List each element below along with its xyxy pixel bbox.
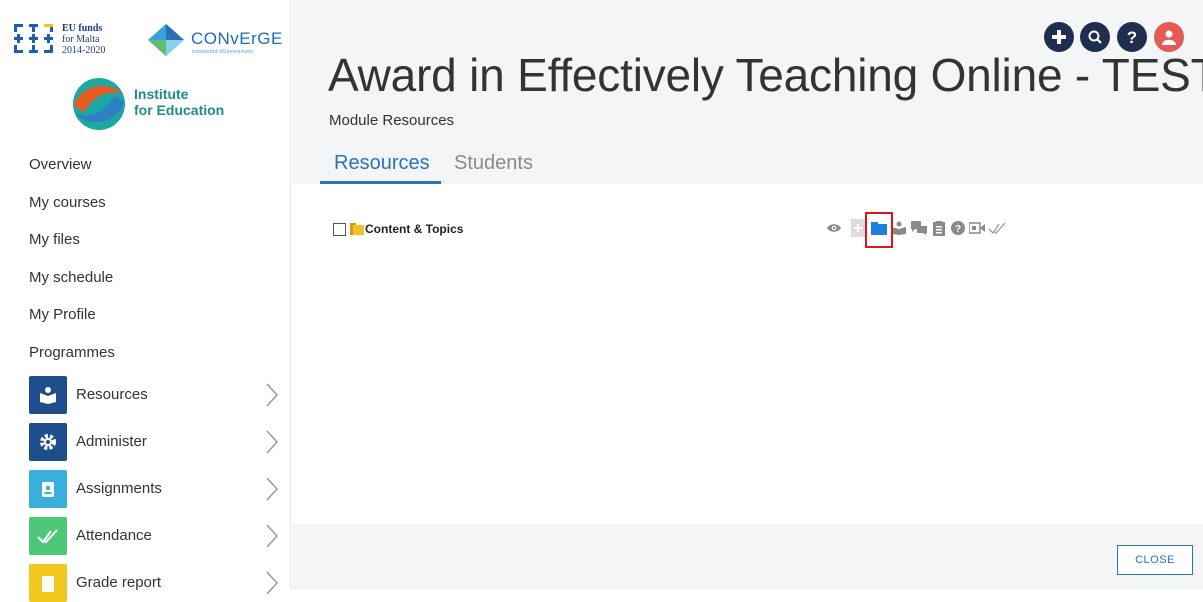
module-grade-report[interactable]: Grade report (29, 564, 287, 602)
module-label: Administer (76, 433, 147, 450)
chevron-right-icon (266, 524, 279, 548)
module-label: Resources (76, 386, 148, 403)
grade-icon (29, 564, 67, 602)
resources-icon (29, 376, 67, 414)
quiz-icon[interactable]: ? (949, 218, 967, 238)
gear-icon (29, 423, 67, 461)
logo-row: EU funds for Malta 2014-2020 CONvErGE co… (12, 22, 287, 62)
discussion-icon[interactable] (910, 218, 928, 238)
converge-tagline: connected eGovernment (192, 49, 254, 55)
nav-my-profile[interactable]: My Profile (29, 306, 96, 323)
module-assignments[interactable]: Assignments (29, 470, 287, 508)
sidebar: EU funds for Malta 2014-2020 CONvErGE co… (0, 0, 291, 602)
eu-funds-text: EU funds for Malta 2014-2020 (62, 23, 106, 56)
chevron-right-icon (266, 430, 279, 454)
chevron-right-icon (266, 571, 279, 595)
tab-students[interactable]: Students (454, 152, 533, 175)
svg-text:?: ? (955, 224, 961, 235)
video-icon[interactable] (968, 218, 986, 238)
assignment-icon[interactable] (930, 218, 948, 238)
module-label: Assignments (76, 480, 162, 497)
svg-text:?: ? (1127, 28, 1137, 46)
converge-logo-mark (148, 24, 184, 56)
resource-checkbox[interactable] (333, 223, 346, 236)
page-title: Award in Effectively Teaching Online - T… (328, 49, 1203, 101)
highlight-box (865, 212, 893, 248)
nav-overview[interactable]: Overview (29, 156, 92, 173)
main-area: ? Award in Effectively Teaching Online -… (292, 0, 1203, 590)
institute-logo-text: Institute for Education (134, 86, 225, 118)
institute-logo-mark (73, 78, 125, 130)
nav-my-schedule[interactable]: My schedule (29, 269, 113, 286)
module-resources[interactable]: Resources (29, 376, 287, 414)
module-label: Attendance (76, 527, 152, 544)
nav-programmes[interactable]: Programmes (29, 344, 115, 361)
module-attendance[interactable]: Attendance (29, 517, 287, 555)
resource-name[interactable]: Content & Topics (365, 222, 463, 236)
resource-action-bar: ? (825, 218, 1015, 240)
attendance-icon[interactable] (988, 218, 1006, 238)
converge-logo-text: CONvErGE (191, 29, 283, 48)
checkmark-icon (29, 517, 67, 555)
close-button[interactable]: CLOSE (1117, 545, 1193, 575)
tab-resources[interactable]: Resources (334, 152, 430, 175)
chevron-right-icon (266, 383, 279, 407)
module-administer[interactable]: Administer (29, 423, 287, 461)
clipboard-icon (29, 470, 67, 508)
eu-flag-logo (14, 24, 53, 53)
nav-my-files[interactable]: My files (29, 231, 80, 248)
folder-icon (350, 223, 364, 235)
nav-my-courses[interactable]: My courses (29, 194, 106, 211)
resources-panel: Content & Topics ? (292, 184, 1203, 524)
eye-icon[interactable] (825, 218, 843, 238)
footer-bar (292, 524, 1203, 590)
module-label: Grade report (76, 574, 162, 591)
chevron-right-icon (266, 477, 279, 501)
page-subtitle: Module Resources (329, 112, 455, 129)
